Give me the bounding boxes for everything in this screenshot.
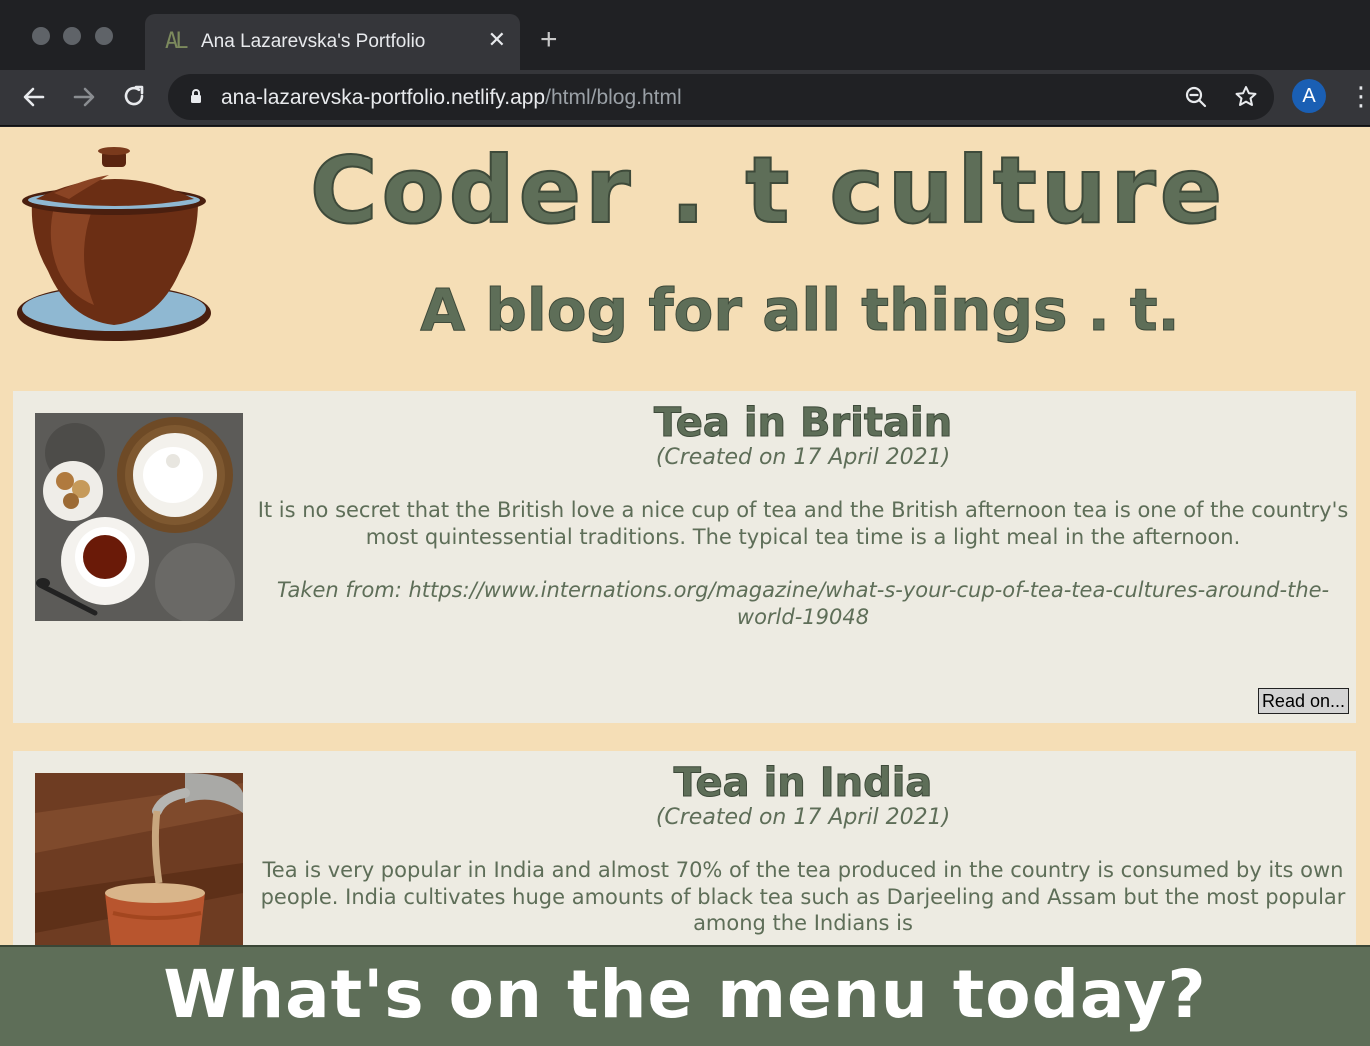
footer-heading: What's on the menu today? — [163, 956, 1207, 1033]
post-date: (Created on 17 April 2021) — [655, 445, 951, 470]
british-tea-image — [35, 413, 243, 621]
back-icon[interactable] — [19, 82, 49, 112]
post-title: Tea in India — [673, 760, 933, 807]
lock-icon — [191, 89, 201, 103]
menu-footer-banner: What's on the menu today? — [0, 945, 1370, 1046]
forward-icon[interactable] — [69, 82, 99, 112]
profile-avatar[interactable]: A — [1292, 79, 1326, 113]
url-path: /html/blog.html — [545, 86, 682, 109]
post-excerpt: It is no secret that the British love a … — [257, 498, 1349, 549]
close-tab-icon[interactable]: ✕ — [488, 27, 506, 55]
maximize-window-button[interactable] — [95, 27, 113, 45]
tab-title: Ana Lazarevska's Portfolio — [201, 31, 426, 52]
favicon-icon: AL — [165, 29, 188, 54]
browser-tab[interactable]: AL Ana Lazarevska's Portfolio ✕ — [145, 14, 520, 70]
browser-toolbar: ana-lazarevska-portfolio.netlify.app/htm… — [0, 70, 1370, 126]
address-bar[interactable]: ana-lazarevska-portfolio.netlify.app/htm… — [168, 74, 1274, 120]
new-tab-button[interactable]: + — [540, 24, 558, 56]
bookmark-star-icon[interactable] — [1232, 83, 1260, 111]
blog-header: Coder . t culture A blog for all things … — [0, 127, 1370, 387]
teacup-logo-icon — [17, 147, 211, 341]
post-date: (Created on 17 April 2021) — [655, 805, 951, 830]
post-title: Tea in Britain — [653, 400, 953, 447]
zoom-icon[interactable] — [1182, 83, 1210, 111]
site-subtitle: A blog for all things . t. — [420, 276, 1180, 345]
close-window-button[interactable] — [32, 27, 50, 45]
read-on-button[interactable]: Read on... — [1257, 688, 1349, 714]
reload-icon[interactable] — [119, 82, 149, 112]
post-source: Taken from: https://www.internations.org… — [276, 578, 1330, 629]
browser-tab-bar: AL Ana Lazarevska's Portfolio ✕ + — [0, 0, 1370, 70]
url-text: ana-lazarevska-portfolio.netlify.app/htm… — [221, 85, 682, 111]
post-body: Tea in Britain (Created on 17 April 2021… — [253, 399, 1353, 630]
minimize-window-button[interactable] — [63, 27, 81, 45]
site-title: Coder . t culture — [309, 136, 1227, 245]
page-content: Coder . t culture A blog for all things … — [0, 127, 1370, 1046]
url-domain: ana-lazarevska-portfolio.netlify.app — [221, 86, 546, 109]
post-body: Tea in India (Created on 17 April 2021) … — [253, 759, 1353, 937]
post-excerpt: Tea is very popular in India and almost … — [260, 858, 1346, 935]
more-menu-icon[interactable]: ⋮ — [1348, 82, 1370, 112]
blog-post-card: Tea in Britain (Created on 17 April 2021… — [13, 391, 1356, 723]
